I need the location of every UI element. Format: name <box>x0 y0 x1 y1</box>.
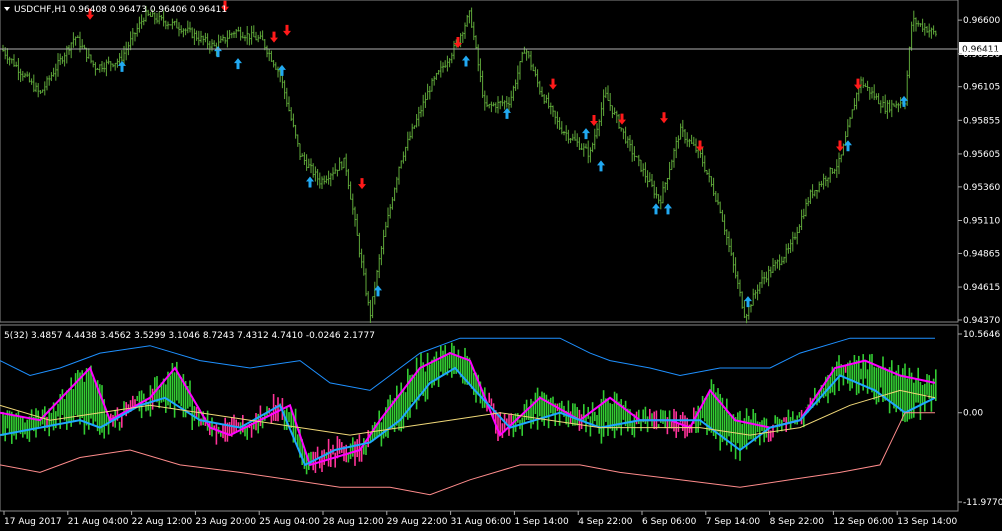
time-tick-label: 8 Sep 22:00 <box>770 517 825 527</box>
time-tick-label: 17 Aug 2017 <box>4 517 62 527</box>
price-axis: 0.96600 0.96350 0.96105 0.95855 0.95605 0.953… <box>958 16 1000 326</box>
price-tick-label: 0.94370 <box>963 316 1000 326</box>
time-axis: 17 Aug 2017 21 Aug 04:00 22 Aug 12:00 23 Au… <box>3 511 958 527</box>
indicator-tick-label: 10.5646 <box>963 330 1000 340</box>
main-panel <box>0 0 959 323</box>
chart-canvas: 0.96411 USDCHF,H1 0.96408 0.96473 0.9640… <box>0 0 1002 527</box>
time-tick-label: 1 Sep 14:00 <box>514 517 569 527</box>
time-tick-label: 23 Aug 20:00 <box>195 517 256 527</box>
time-tick-label: 13 Sep 14:00 <box>897 517 957 527</box>
time-tick-label: 29 Aug 22:00 <box>387 517 448 527</box>
price-tick-label: 0.95360 <box>963 183 1000 193</box>
time-tick-label: 7 Sep 14:00 <box>706 517 761 527</box>
indicator-tick-label: 0.00 <box>963 409 983 419</box>
price-tick-label: 0.95855 <box>963 116 1000 126</box>
price-tick-label: 0.94865 <box>963 249 1000 259</box>
time-tick-label: 22 Aug 12:00 <box>132 517 193 527</box>
time-tick-label: 21 Aug 04:00 <box>68 517 129 527</box>
indicator-tick-label: -11.9770 <box>963 498 1002 508</box>
price-tick-label: 0.95110 <box>963 216 1000 226</box>
indicator-label: 5(32) 3.4857 4.4438 3.4562 3.5299 3.1046… <box>4 331 375 341</box>
time-tick-label: 12 Sep 06:00 <box>833 517 893 527</box>
time-tick-label: 25 Aug 04:00 <box>259 517 320 527</box>
time-tick-label: 28 Aug 12:00 <box>323 517 384 527</box>
price-tick-label: 0.96600 <box>963 16 1000 26</box>
price-tick-label: 0.95605 <box>963 150 1000 160</box>
price-tick-label: 0.96105 <box>963 83 1000 93</box>
time-tick-label: 31 Aug 06:00 <box>451 517 512 527</box>
symbol-label: USDCHF,H1 0.96408 0.96473 0.96406 0.9641… <box>14 5 227 15</box>
time-tick-label: 4 Sep 22:00 <box>578 517 633 527</box>
indicator-panel <box>0 324 959 512</box>
indicator-axis: 10.5646 0.00 -11.9770 <box>958 330 1002 508</box>
price-tick-label: 0.96350 <box>963 50 1000 60</box>
price-tick-label: 0.94615 <box>963 283 1000 293</box>
time-tick-label: 6 Sep 06:00 <box>642 517 697 527</box>
